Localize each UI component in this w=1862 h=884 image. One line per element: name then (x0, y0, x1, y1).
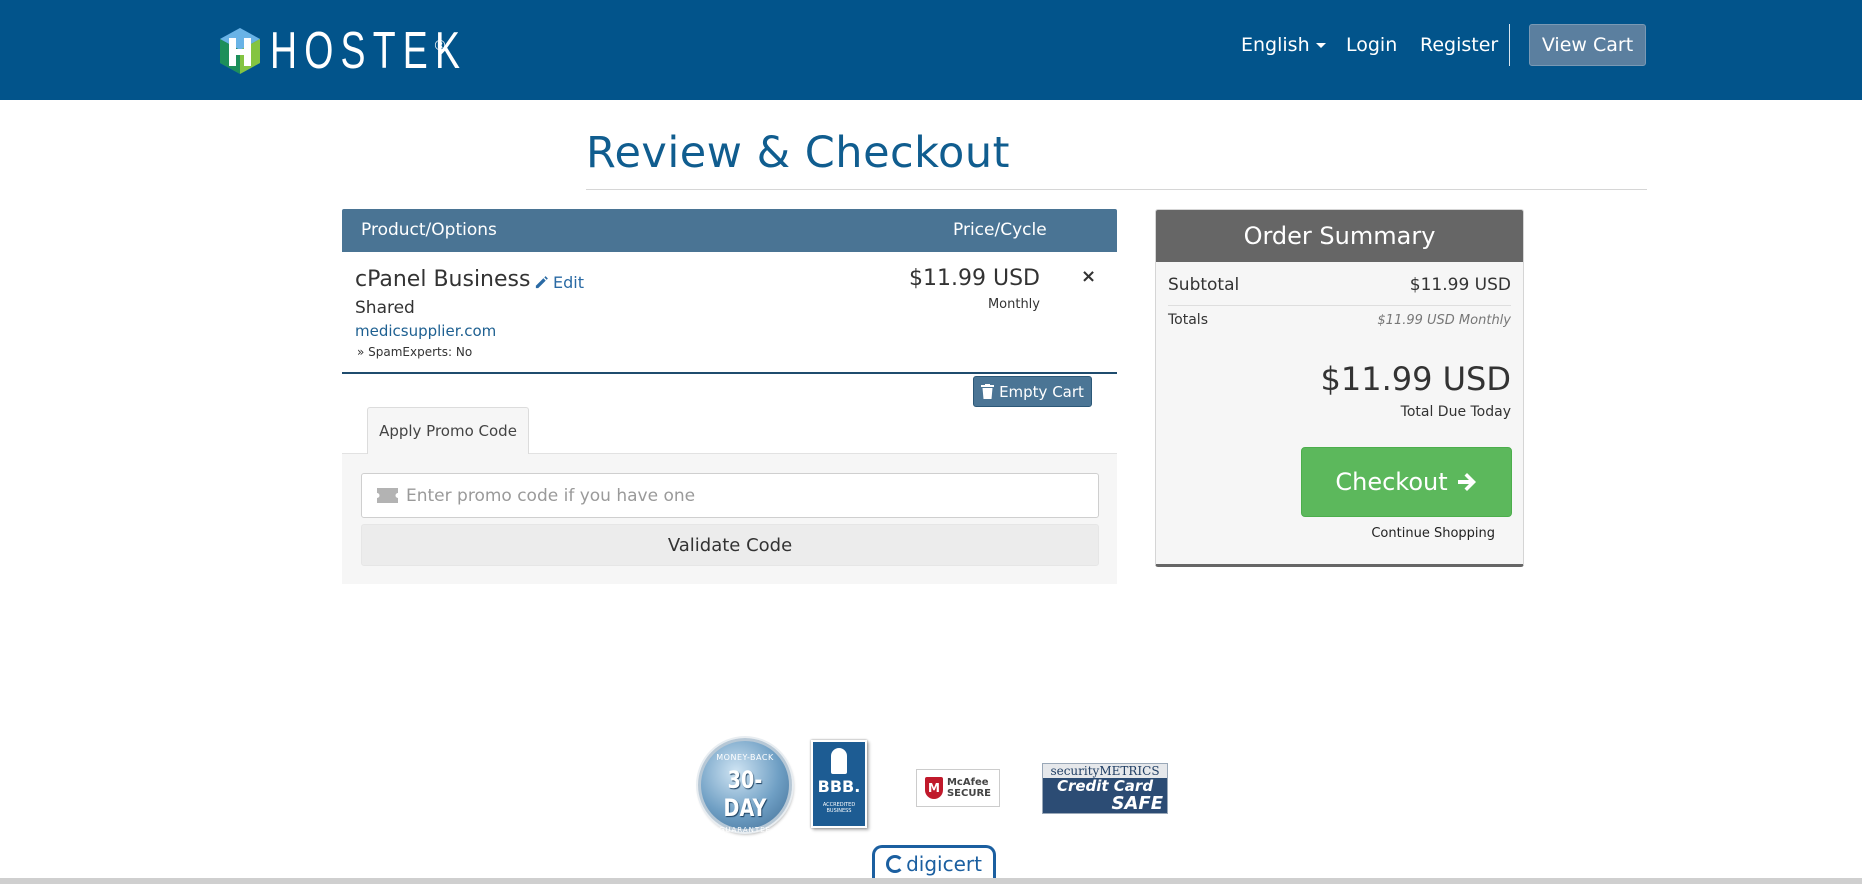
item-billing-cycle: Monthly (987, 297, 1040, 312)
nav-divider (1509, 24, 1510, 66)
totals-row: Totals $11.99 USD Monthly (1168, 312, 1511, 328)
tab-apply-promo-code[interactable]: Apply Promo Code (367, 407, 529, 454)
checkout-button[interactable]: Checkout (1301, 447, 1512, 517)
bbb-badge[interactable]: BBB. ACCREDITED BUSINESS (811, 740, 867, 828)
total-due-amount: $11.99 USD (1320, 360, 1511, 398)
money-back-guarantee-badge: MONEY-BACK 30-DAY GUARANTEE (698, 738, 792, 834)
empty-cart-label: Empty Cart (999, 382, 1084, 401)
totals-label: Totals (1168, 312, 1208, 328)
trash-icon (981, 384, 995, 399)
bbb-sub-text: ACCREDITED BUSINESS (822, 802, 856, 814)
hostek-logo[interactable]: HOSTEK ® (218, 24, 544, 78)
logo-cube-icon (220, 28, 260, 74)
total-due-label: Total Due Today (1400, 404, 1511, 420)
subtotal-label: Subtotal (1168, 275, 1240, 295)
edit-label: Edit (553, 273, 584, 292)
language-dropdown[interactable]: English (1241, 0, 1326, 90)
order-summary-panel: Order Summary Subtotal $11.99 USD Totals… (1155, 209, 1524, 567)
subtotal-row: Subtotal $11.99 USD (1168, 275, 1511, 295)
caret-down-icon (1315, 42, 1326, 48)
validate-code-button[interactable]: Validate Code (361, 524, 1099, 566)
empty-cart-button[interactable]: Empty Cart (973, 376, 1092, 407)
login-link[interactable]: Login (1346, 0, 1397, 90)
register-link[interactable]: Register (1420, 0, 1498, 90)
product-domain: medicsupplier.com (355, 322, 497, 340)
item-price: $11.99 USD (909, 266, 1040, 291)
product-option: » SpamExperts: No (357, 345, 473, 359)
title-divider (586, 189, 1647, 190)
promo-code-input[interactable] (406, 474, 1086, 517)
mcafee-line1: McAfee (946, 777, 989, 788)
mcafee-secure-badge[interactable]: M McAfee SECURE (916, 769, 1000, 807)
badge-30day-bottom: GUARANTEE (718, 826, 772, 834)
totals-value: $11.99 USD Monthly (1377, 312, 1511, 328)
checkout-label: Checkout (1335, 468, 1448, 496)
mcafee-line2: SECURE (946, 788, 992, 799)
cart-item-row: cPanel Business Edit Shared medicsupplie… (342, 209, 1117, 374)
secmetrics-line2: Credit Card (1056, 777, 1154, 795)
mcafee-text: McAfee SECURE (947, 777, 991, 799)
summary-divider (1168, 305, 1511, 306)
digicert-text: digicert (906, 851, 982, 876)
subtotal-value: $11.99 USD (1409, 275, 1511, 295)
secmetrics-line3: SAFE (1111, 793, 1164, 814)
ticket-icon (377, 488, 398, 503)
digicert-swirl-icon (886, 854, 905, 873)
security-metrics-badge[interactable]: securityMETRICS Credit Card SAFE (1042, 763, 1168, 814)
edit-product-link[interactable]: Edit (534, 273, 584, 292)
digicert-badge[interactable]: digicert (872, 845, 996, 879)
product-name: cPanel Business (355, 267, 531, 292)
registered-mark: ® (433, 38, 447, 54)
remove-item-icon[interactable]: × (1081, 266, 1096, 287)
promo-code-field[interactable] (361, 473, 1099, 518)
badge-30day-main: 30-DAY (723, 766, 767, 822)
product-group: Shared (355, 298, 415, 318)
arrow-right-icon (1457, 473, 1476, 491)
bbb-main-text: BBB. (817, 777, 861, 796)
secmetrics-line1: securityMETRICS (1043, 764, 1167, 778)
horizontal-scrollbar[interactable] (0, 878, 1862, 884)
mcafee-shield-icon: M (924, 777, 943, 799)
pencil-icon (535, 276, 548, 289)
bbb-torch-icon (831, 748, 847, 774)
page-title: Review & Checkout (586, 128, 1010, 178)
continue-shopping-link[interactable]: Continue Shopping (1371, 526, 1495, 541)
language-label: English (1241, 34, 1310, 56)
badge-30day-top: MONEY-BACK (716, 753, 774, 762)
order-summary-title: Order Summary (1156, 210, 1523, 262)
view-cart-button[interactable]: View Cart (1529, 24, 1646, 66)
